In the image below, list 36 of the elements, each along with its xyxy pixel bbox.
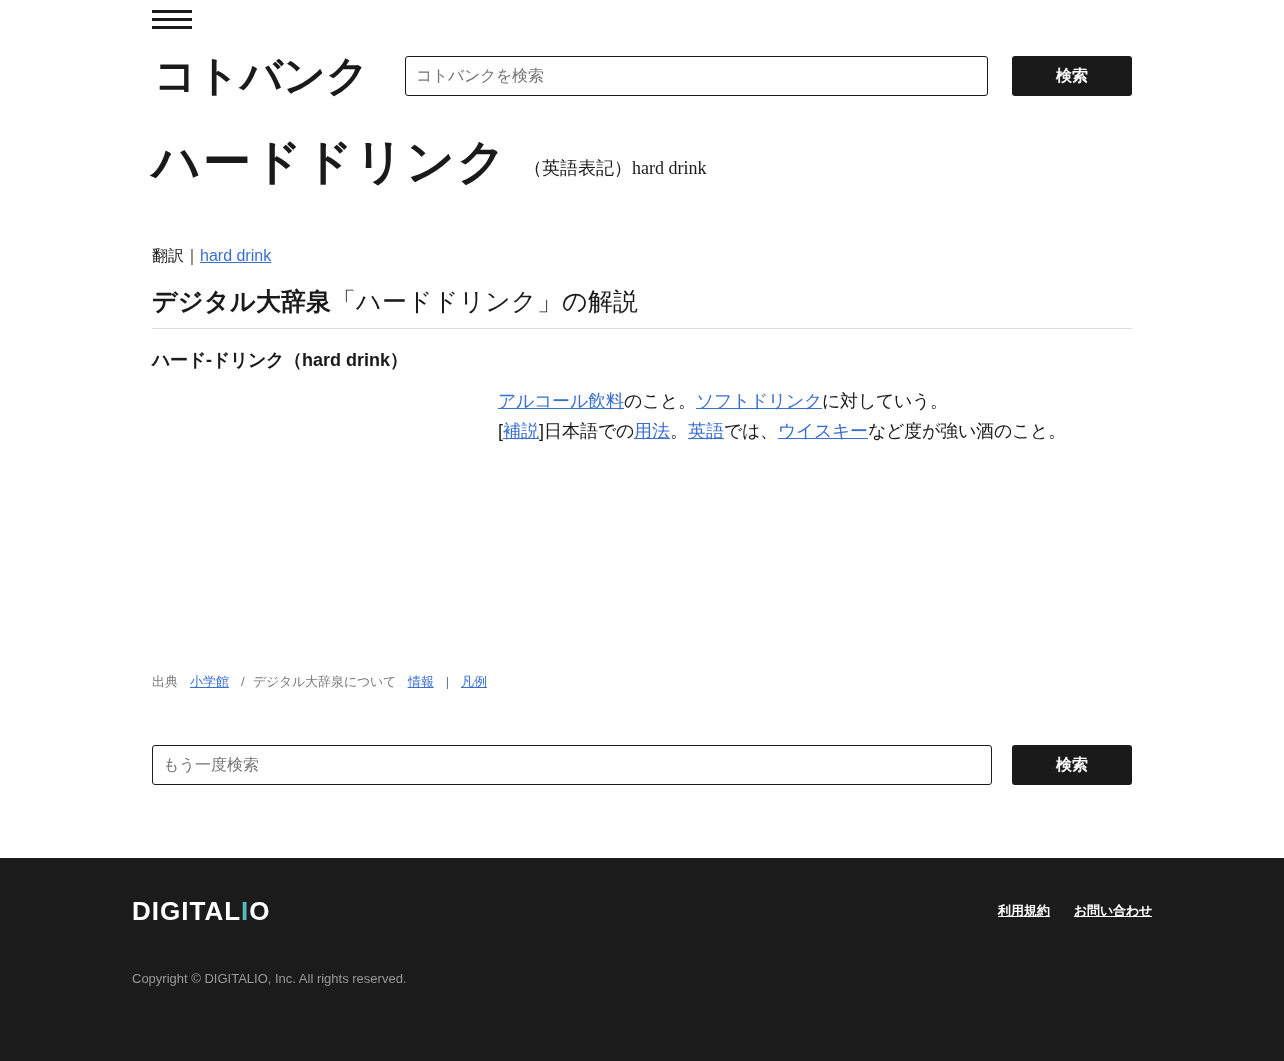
- definition-link[interactable]: ウイスキー: [778, 421, 869, 442]
- footer-logo[interactable]: DIGITALIO: [132, 891, 271, 931]
- definition-link[interactable]: 英語: [688, 421, 725, 442]
- search-field[interactable]: もう一度検索: [152, 744, 992, 785]
- entry-title: ハードドリンク: [152, 133, 508, 190]
- source-link[interactable]: 情報: [407, 672, 434, 692]
- search-button[interactable]: 検索: [1012, 744, 1132, 785]
- headword: ハード‐ドリンク（hard drink）: [152, 349, 409, 373]
- definition-link[interactable]: ソフトドリンク: [696, 391, 822, 412]
- definition-text: [: [498, 421, 503, 442]
- copyright-text: Copyright © DIGITALIO, Inc. All rights reserved.: [132, 969, 408, 988]
- source-text: デジタル大辞泉について: [252, 673, 396, 692]
- search-field[interactable]: コトバンクを検索: [405, 56, 988, 97]
- footer-link[interactable]: 利用規約: [998, 901, 1050, 921]
- footer-link[interactable]: お問い合わせ: [1074, 901, 1152, 921]
- definition-link[interactable]: 用法: [634, 421, 671, 442]
- site-logo[interactable]: コトバンク: [152, 50, 371, 103]
- source-text: /: [241, 673, 245, 692]
- translation-label: 翻訳｜: [152, 247, 200, 265]
- search-button[interactable]: 検索: [1012, 56, 1132, 97]
- menu-icon[interactable]: [152, 10, 192, 30]
- definition-text: に対していう。: [822, 391, 948, 412]
- definition-text: では、: [724, 421, 779, 442]
- definition-text: ]日本語での: [539, 421, 635, 442]
- definition-text: 。: [670, 421, 689, 442]
- definition-text: のこと。: [624, 391, 696, 412]
- source-link[interactable]: 小学館: [190, 672, 229, 692]
- translation-link[interactable]: hard drink: [200, 247, 272, 265]
- source-text: 出典: [152, 673, 178, 692]
- source-link[interactable]: 凡例: [461, 672, 487, 692]
- definition-link[interactable]: アルコール飲料: [498, 391, 624, 412]
- english-note: （英語表記）hard drink: [524, 157, 707, 181]
- definition-link[interactable]: 補説: [503, 421, 539, 442]
- section-heading: デジタル大辞泉「ハードドリンク」の解説: [152, 286, 1132, 330]
- definition-text: など度が強い酒のこと。: [868, 421, 1067, 442]
- source-text: |: [445, 673, 449, 692]
